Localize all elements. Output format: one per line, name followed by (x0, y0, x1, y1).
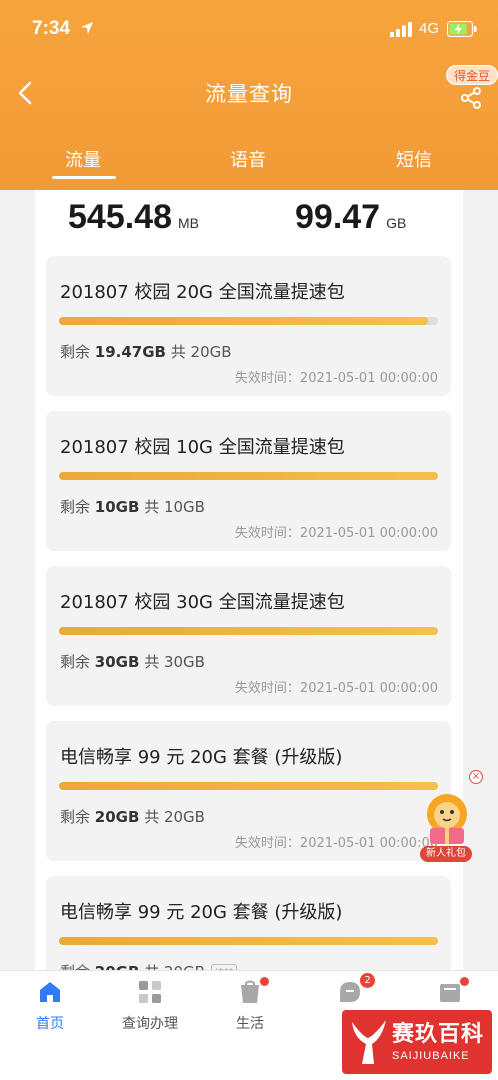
tabbar-label: 首页 (36, 1016, 64, 1032)
watermark-logo: 赛玖百科 SAIJIUBAIKE (342, 1010, 492, 1074)
home-icon (40, 982, 60, 1002)
progress-fill (59, 782, 438, 790)
remain-prefix: 剩余 (60, 808, 91, 826)
usage-totals: 545.48 MB 99.47 GB (35, 190, 463, 250)
used-unit: MB (178, 215, 199, 231)
progress-track (59, 627, 438, 635)
status-time: 7:34 (32, 18, 71, 39)
gold-bean-badge[interactable]: 得金豆 (446, 65, 498, 85)
tab-voice[interactable]: 语音 (230, 146, 266, 172)
remain-value: 20GB (94, 808, 140, 826)
tabbar-label: 查询办理 (122, 1016, 178, 1032)
progress-track (59, 937, 438, 945)
profile-icon (440, 984, 460, 1002)
promo-label: 新人礼包 (420, 846, 472, 862)
notification-dot (260, 977, 269, 986)
tabs: 流量 语音 短信 (0, 140, 498, 185)
package-name: 201807 校园 20G 全国流量提速包 (60, 282, 345, 303)
package-name: 电信畅享 99 元 20G 套餐 (升级版) (60, 902, 343, 923)
network-type: 4G (419, 20, 440, 37)
grid-icon (139, 981, 161, 1003)
package-card[interactable]: 201807 校园 30G 全国流量提速包 剩余 30GB 共 30GB 失效时… (46, 566, 451, 706)
active-tab-indicator (52, 176, 116, 179)
remain-prefix: 剩余 (60, 498, 91, 516)
bag-icon (241, 980, 259, 1003)
status-bar: 7:34 4G (0, 0, 498, 60)
battery-icon (447, 21, 477, 37)
header: 7:34 4G 流量查询 得金豆 流量 语音 短信 (0, 0, 498, 190)
tabbar-label: 生活 (236, 1016, 264, 1032)
location-arrow-icon (81, 22, 93, 34)
new-user-gift-promo[interactable]: × 新人礼包 (416, 770, 486, 865)
lion-mascot-icon (427, 794, 467, 844)
expire-time: 失效时间：2021-05-01 00:00:00 (234, 681, 438, 696)
expire-time: 失效时间：2021-05-01 00:00:00 (234, 526, 438, 541)
progress-fill (59, 937, 438, 945)
progress-track (59, 317, 438, 325)
total-value: 共 20GB (144, 808, 205, 826)
remaining-value: 99.47 (295, 198, 381, 236)
data-usage-card: 545.48 MB 99.47 GB 201807 校园 20G 全国流量提速包 剩… (35, 190, 463, 980)
remain-value: 10GB (94, 498, 140, 516)
package-card[interactable]: 201807 校园 20G 全国流量提速包 剩余 19.47GB 共 20GB … (46, 256, 451, 396)
package-card[interactable]: 电信畅享 99 元 20G 套餐 (升级版) 剩余 20GB 共 20GB 失效… (46, 721, 451, 861)
share-icon[interactable] (459, 86, 483, 110)
package-name: 电信畅享 99 元 20G 套餐 (升级版) (60, 747, 343, 768)
nav-bar: 流量查询 得金豆 (0, 62, 498, 124)
close-icon[interactable]: × (469, 770, 483, 784)
used-total: 545.48 MB (68, 198, 199, 237)
remaining-text: 剩余 10GB 共 10GB (60, 496, 205, 517)
used-value: 545.48 (68, 198, 172, 236)
progress-fill (59, 627, 438, 635)
package-card[interactable]: 201807 校园 10G 全国流量提速包 剩余 10GB 共 10GB 失效时… (46, 411, 451, 551)
package-name: 201807 校园 30G 全国流量提速包 (60, 592, 345, 613)
signal-icon (390, 22, 412, 37)
chat-icon (340, 982, 360, 1002)
whale-tail-icon (352, 1020, 386, 1064)
remaining-unit: GB (386, 215, 407, 231)
notification-dot (460, 977, 469, 986)
progress-fill (59, 472, 438, 480)
page-title: 流量查询 (205, 82, 293, 106)
package-name: 201807 校园 10G 全国流量提速包 (60, 437, 345, 458)
remain-prefix: 剩余 (60, 653, 91, 671)
tab-sms[interactable]: 短信 (396, 146, 432, 172)
progress-track (59, 472, 438, 480)
notification-count: 2 (360, 973, 375, 988)
remaining-text: 剩余 20GB 共 20GB (60, 806, 205, 827)
remaining-text: 剩余 19.47GB 共 20GB (60, 341, 232, 362)
package-card[interactable]: 电信畅享 99 元 20G 套餐 (升级版) 剩余 20GB 共 20GB结转 (46, 876, 451, 980)
watermark-subtitle: SAIJIUBAIKE (392, 1050, 470, 1062)
remain-value: 30GB (94, 653, 140, 671)
total-value: 共 30GB (144, 653, 205, 671)
remain-prefix: 剩余 (60, 343, 91, 361)
remaining-total: 99.47 GB (295, 198, 406, 237)
tab-data[interactable]: 流量 (65, 146, 101, 172)
expire-time: 失效时间：2021-05-01 00:00:00 (234, 836, 438, 851)
watermark-title: 赛玖百科 (392, 1022, 485, 1047)
remaining-text: 剩余 30GB 共 30GB (60, 651, 205, 672)
total-value: 共 10GB (144, 498, 205, 516)
progress-track (59, 782, 438, 790)
total-value: 共 20GB (170, 343, 232, 361)
progress-fill (59, 317, 428, 325)
remain-value: 19.47GB (94, 343, 166, 361)
expire-time: 失效时间：2021-05-01 00:00:00 (234, 371, 438, 386)
